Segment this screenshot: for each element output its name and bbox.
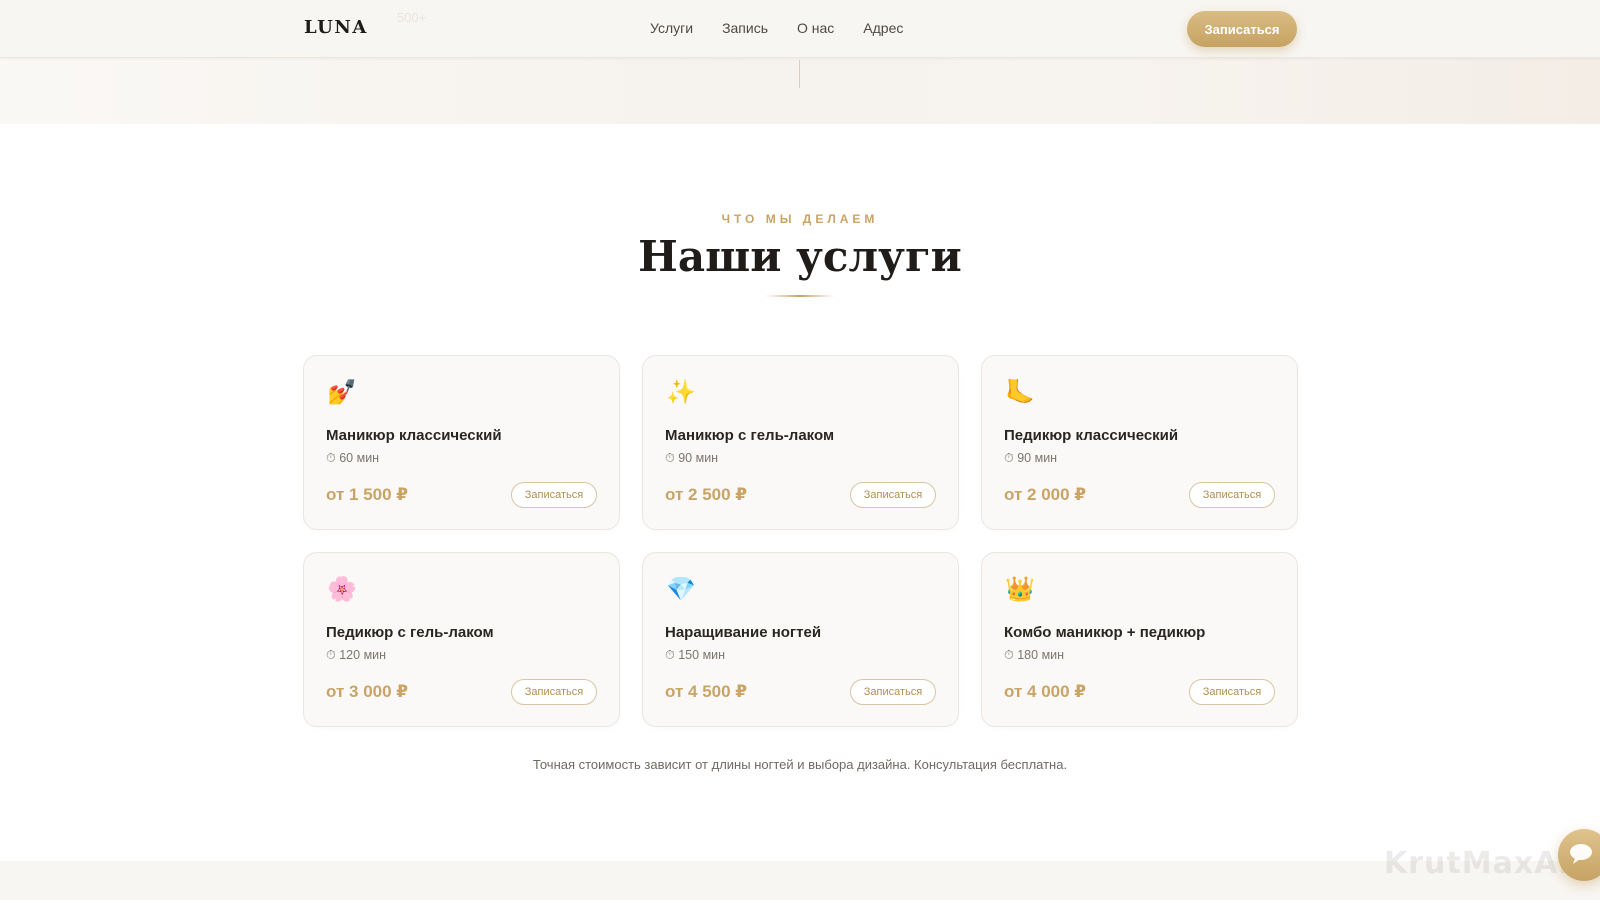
hero-scroll-indicator bbox=[799, 60, 800, 88]
foot-icon: 🦶 bbox=[1005, 379, 1035, 406]
service-duration: ⏱ 90 мин bbox=[665, 451, 718, 466]
book-service-button[interactable]: Записаться bbox=[511, 482, 597, 508]
brand-logo[interactable]: LUNA bbox=[304, 17, 368, 38]
service-name: Наращивание ногтей bbox=[665, 624, 822, 641]
service-name: Комбо маникюр + педикюр bbox=[1004, 624, 1206, 641]
timer-icon: ⏱ bbox=[665, 648, 679, 662]
service-card-nail-extension: 💎 Наращивание ногтей ⏱ 150 мин от 4 500 … bbox=[642, 552, 959, 727]
service-price: от 2 500 ₽ bbox=[665, 485, 748, 504]
service-card-gel-pedicure: 🌸 Педикюр с гель-лаком ⏱ 120 мин от 3 00… bbox=[303, 552, 620, 727]
section-title: Наши услуги bbox=[638, 232, 962, 281]
timer-icon: ⏱ bbox=[1004, 648, 1018, 662]
services-grid: 💅 Маникюр классический ⏱ 60 мин от 1 500… bbox=[303, 355, 1298, 727]
chat-bubble-icon bbox=[1570, 844, 1592, 864]
book-service-button[interactable]: Записаться bbox=[850, 679, 936, 705]
service-duration: ⏱ 180 мин bbox=[1004, 648, 1064, 663]
duration-value: 60 мин bbox=[339, 451, 380, 465]
title-divider bbox=[765, 295, 835, 297]
nail-polish-icon: 💅 bbox=[327, 379, 357, 406]
service-price: от 3 000 ₽ bbox=[326, 682, 409, 701]
nav-link-address[interactable]: Адрес bbox=[863, 20, 903, 36]
timer-icon: ⏱ bbox=[326, 648, 340, 662]
crown-icon: 👑 bbox=[1005, 576, 1035, 603]
duration-value: 180 мин bbox=[1017, 648, 1065, 662]
gem-icon: 💎 bbox=[666, 576, 696, 603]
timer-icon: ⏱ bbox=[665, 451, 679, 465]
service-duration: ⏱ 150 мин bbox=[665, 648, 725, 663]
flower-icon: 🌸 bbox=[327, 576, 357, 603]
section-eyebrow: ЧТО МЫ ДЕЛАЕМ bbox=[721, 212, 879, 226]
service-card-combo: 👑 Комбо маникюр + педикюр ⏱ 180 мин от 4… bbox=[981, 552, 1298, 727]
timer-icon: ⏱ bbox=[326, 451, 340, 465]
watermark: KrutMaxAI bbox=[1384, 846, 1571, 881]
duration-value: 120 мин bbox=[339, 648, 387, 662]
duration-value: 150 мин bbox=[678, 648, 726, 662]
service-price: от 4 000 ₽ bbox=[1004, 682, 1087, 701]
service-name: Педикюр с гель-лаком bbox=[326, 624, 494, 641]
pricing-note: Точная стоимость зависит от длины ногтей… bbox=[532, 757, 1068, 772]
service-name: Педикюр классический bbox=[1004, 427, 1179, 444]
timer-icon: ⏱ bbox=[1004, 451, 1018, 465]
book-service-button[interactable]: Записаться bbox=[850, 482, 936, 508]
duration-value: 90 мин bbox=[678, 451, 719, 465]
service-card-classic-pedicure: 🦶 Педикюр классический ⏱ 90 мин от 2 000… bbox=[981, 355, 1298, 530]
hero-stat-ghost: 500+ bbox=[397, 10, 427, 25]
book-service-button[interactable]: Записаться bbox=[511, 679, 597, 705]
service-duration: ⏱ 90 мин bbox=[1004, 451, 1057, 466]
sparkles-icon: ✨ bbox=[666, 379, 696, 406]
duration-value: 90 мин bbox=[1017, 451, 1058, 465]
book-service-button[interactable]: Записаться bbox=[1189, 482, 1275, 508]
top-navigation-bar: LUNA 500+ Услуги Запись О нас Адрес Запи… bbox=[0, 0, 1600, 58]
service-card-classic-manicure: 💅 Маникюр классический ⏱ 60 мин от 1 500… bbox=[303, 355, 620, 530]
main-nav: Услуги Запись О нас Адрес bbox=[650, 20, 903, 36]
service-duration: ⏱ 60 мин bbox=[326, 451, 379, 466]
hero-section-bottom bbox=[0, 58, 1600, 124]
service-card-gel-manicure: ✨ Маникюр с гель-лаком ⏱ 90 мин от 2 500… bbox=[642, 355, 959, 530]
header-book-button[interactable]: Записаться bbox=[1187, 11, 1297, 47]
nav-link-booking[interactable]: Запись bbox=[722, 20, 768, 36]
nav-link-services[interactable]: Услуги bbox=[650, 20, 693, 36]
book-service-button[interactable]: Записаться bbox=[1189, 679, 1275, 705]
service-name: Маникюр классический bbox=[326, 427, 502, 444]
service-name: Маникюр с гель-лаком bbox=[665, 427, 835, 444]
service-price: от 1 500 ₽ bbox=[326, 485, 409, 504]
next-section-top bbox=[0, 861, 1600, 900]
nav-link-about[interactable]: О нас bbox=[797, 20, 834, 36]
service-price: от 4 500 ₽ bbox=[665, 682, 748, 701]
service-duration: ⏱ 120 мин bbox=[326, 648, 386, 663]
service-price: от 2 000 ₽ bbox=[1004, 485, 1087, 504]
